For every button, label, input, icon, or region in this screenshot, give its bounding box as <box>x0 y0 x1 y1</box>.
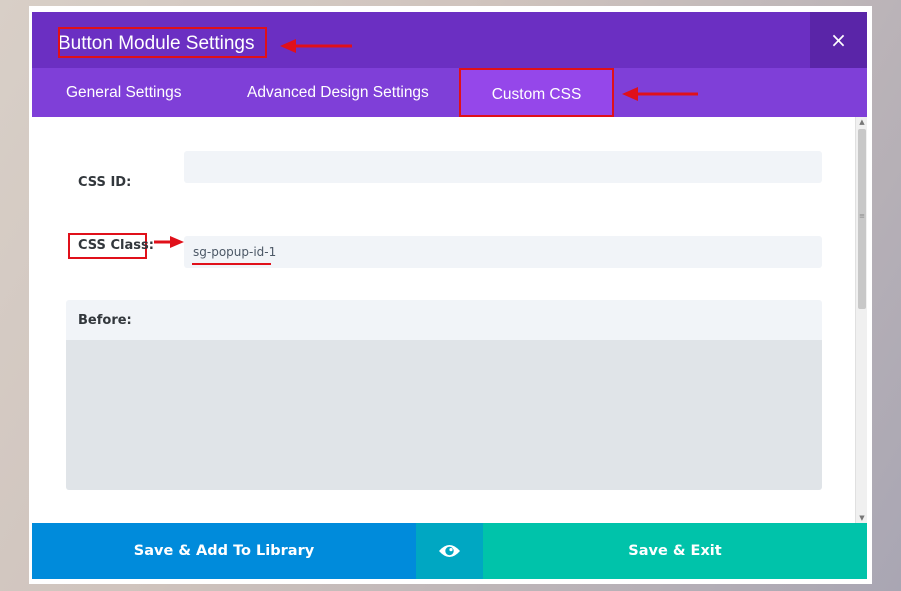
css-class-value-underline <box>192 263 271 265</box>
settings-content: CSS ID: CSS Class: sg-popup-id-1 Before: <box>32 117 855 523</box>
tab-general-settings[interactable]: General Settings <box>66 68 181 117</box>
scroll-up-arrow-icon[interactable]: ▲ <box>858 118 866 126</box>
before-label: Before: <box>78 313 132 328</box>
css-id-label: CSS ID: <box>78 175 132 190</box>
save-and-exit-button[interactable]: Save & Exit <box>483 523 867 579</box>
modal-footer: Save & Add To Library Save & Exit <box>32 523 867 579</box>
css-id-input[interactable] <box>184 151 822 183</box>
tab-advanced-design-settings[interactable]: Advanced Design Settings <box>247 68 429 117</box>
tab-annotation-arrow <box>622 87 698 101</box>
save-add-to-library-button[interactable]: Save & Add To Library <box>32 523 416 579</box>
modal-header: Button Module Settings × <box>32 12 867 68</box>
preview-button[interactable] <box>416 523 483 579</box>
module-settings-modal: Button Module Settings × General Setting… <box>32 12 867 579</box>
before-panel: Before: <box>66 300 822 490</box>
scroll-down-arrow-icon[interactable]: ▼ <box>858 514 866 522</box>
title-annotation-arrow <box>280 39 352 53</box>
title-annotation-box <box>58 27 267 58</box>
before-panel-header: Before: <box>66 300 822 340</box>
eye-icon <box>439 545 460 557</box>
css-class-annotation-arrow <box>154 236 184 248</box>
scrollbar-grip-icon: ≡ <box>859 212 865 220</box>
before-css-textarea[interactable] <box>66 340 822 490</box>
tab-custom-css[interactable]: Custom CSS <box>459 68 614 117</box>
css-class-input[interactable]: sg-popup-id-1 <box>184 236 822 268</box>
settings-tabs: General Settings Advanced Design Setting… <box>32 68 867 117</box>
css-class-label: CSS Class: <box>78 238 154 253</box>
close-button[interactable]: × <box>810 12 867 68</box>
content-scrollbar[interactable]: ▲ ≡ ▼ <box>855 117 867 523</box>
